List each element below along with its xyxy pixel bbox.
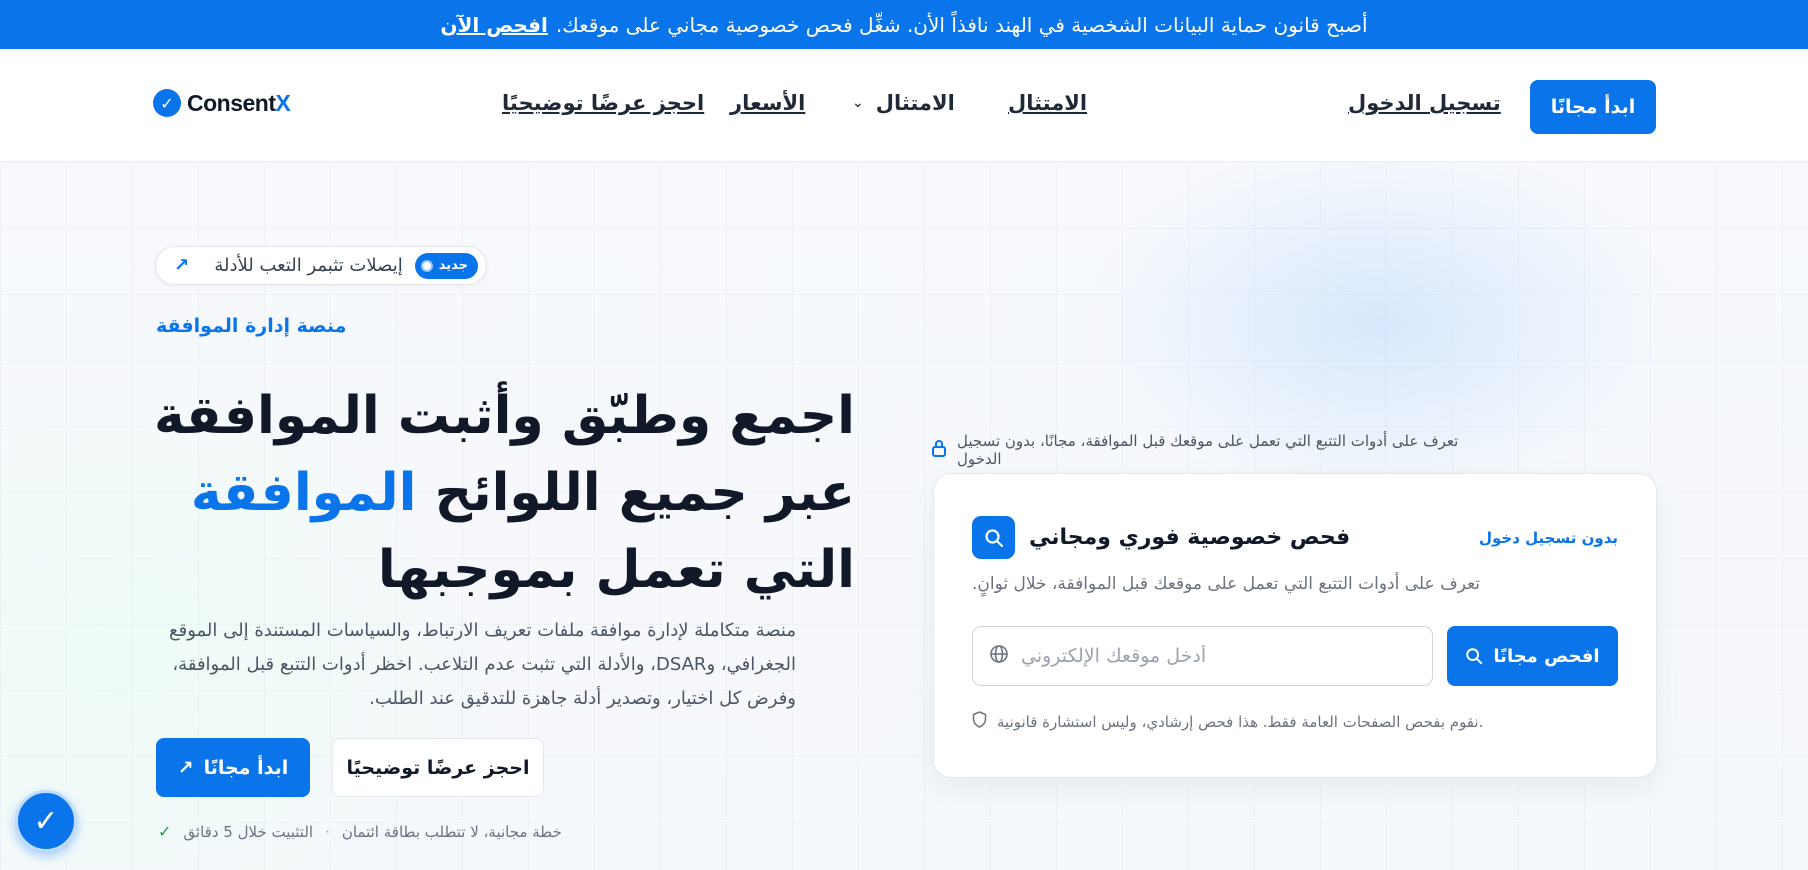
scan-card-subtitle: تعرف على أدوات التتبع التي تعمل على موقع…	[972, 574, 1481, 594]
scan-card-title: فحص خصوصية فوري ومجاني	[1029, 525, 1351, 550]
no-login-tag: بدون تسجيل دخول	[1478, 529, 1618, 547]
globe-icon	[989, 644, 1009, 669]
footnote-install: التثبيت خلال 5 دقائق	[183, 822, 314, 841]
hero-book-demo-button[interactable]: احجز عرضًا توضيحيًا	[332, 738, 544, 797]
new-badge-label: جديد	[438, 258, 468, 273]
login-link[interactable]: تسجيل الدخول	[1348, 91, 1501, 115]
nav-link-demo[interactable]: احجز عرضًا توضيحيًا	[502, 91, 704, 115]
headline-highlight: الموافقة	[190, 463, 417, 523]
search-icon	[1466, 648, 1483, 665]
hero-footnote: ✓ التثبيت خلال 5 دقائق · خطة مجانية، لا …	[158, 822, 562, 841]
scan-disclaimer-text: نقوم بفحص الصفحات العامة فقط. هذا فحص إر…	[997, 712, 1484, 731]
arrow-up-right-icon: ↗	[177, 756, 194, 779]
search-icon	[972, 516, 1015, 559]
announcement-link[interactable]: افحص الآن	[440, 13, 547, 37]
scan-disclaimer: نقوم بفحص الصفحات العامة فقط. هذا فحص إر…	[972, 711, 1483, 732]
hero-headline: اجمع وطبّق وأثبت الموافقة عبر جميع اللوا…	[150, 378, 855, 609]
scan-card-caption: تعرف على أدوات التتبع التي تعمل على موقع…	[931, 432, 1506, 468]
scan-caption-text: تعرف على أدوات التتبع التي تعمل على موقع…	[957, 432, 1459, 468]
website-input-wrapper	[972, 626, 1433, 686]
hero-start-free-label: ابدأ مجانًا	[203, 756, 289, 779]
headline-part-2: التي تعمل بموجبها	[377, 540, 855, 600]
new-badge: جديد	[414, 252, 478, 279]
footnote-separator: ·	[325, 822, 330, 841]
logo-name: Consent	[187, 89, 276, 116]
arrow-up-right-icon: ↗	[174, 255, 190, 276]
logo-text: ConsentX	[187, 89, 291, 117]
pill-text: إيصلات تثبمر التعب للأدلة	[214, 255, 403, 276]
check-icon: ✓	[158, 822, 172, 841]
top-nav: ✓ ConsentX احجز عرضًا توضيحيًا الأسعار ا…	[0, 49, 1808, 162]
announcement-text: أصبح قانون حماية البيانات الشخصية في اله…	[555, 12, 1368, 37]
nav-dropdown-label: الامتثال	[875, 91, 955, 115]
scan-free-button[interactable]: افحص مجانًا	[1447, 626, 1618, 686]
announcement-bar: أصبح قانون حماية البيانات الشخصية في اله…	[0, 0, 1808, 49]
nav-link-compliance[interactable]: الامتثال	[1008, 91, 1087, 115]
logo[interactable]: ✓ ConsentX	[153, 87, 291, 119]
scan-card-title-row: فحص خصوصية فوري ومجاني	[972, 516, 1350, 559]
announcement-pill[interactable]: ↗ إيصلات تثبمر التعب للأدلة جديد	[155, 246, 487, 285]
hero-start-free-button[interactable]: ↗ ابدأ مجانًا	[156, 738, 310, 797]
nav-start-free-button[interactable]: ابدأ مجانًا	[1530, 80, 1656, 134]
lock-icon	[931, 439, 947, 461]
hero-description: منصة متكاملة لإدارة موافقة ملفات تعريف ا…	[169, 620, 796, 709]
footnote-free: خطة مجانية، لا تتطلب بطاقة ائتمان	[341, 822, 562, 841]
chevron-down-icon: ⌄	[852, 95, 864, 111]
scan-card: فحص خصوصية فوري ومجاني بدون تسجيل دخول ت…	[933, 473, 1657, 778]
nav-link-pricing[interactable]: الأسعار	[730, 91, 805, 115]
checkmark-badge-icon[interactable]: ✓	[15, 790, 77, 852]
shield-icon	[972, 711, 987, 732]
badge-dot-icon	[420, 259, 433, 272]
hero-eyebrow: منصة إدارة الموافقة	[156, 315, 347, 337]
logo-accent: X	[275, 89, 291, 116]
website-url-input[interactable]	[1021, 645, 1416, 667]
nav-dropdown-compliance[interactable]: الامتثال ⌄	[852, 91, 955, 115]
scan-button-label: افحص مجانًا	[1493, 645, 1600, 667]
logo-check-icon: ✓	[153, 89, 181, 117]
